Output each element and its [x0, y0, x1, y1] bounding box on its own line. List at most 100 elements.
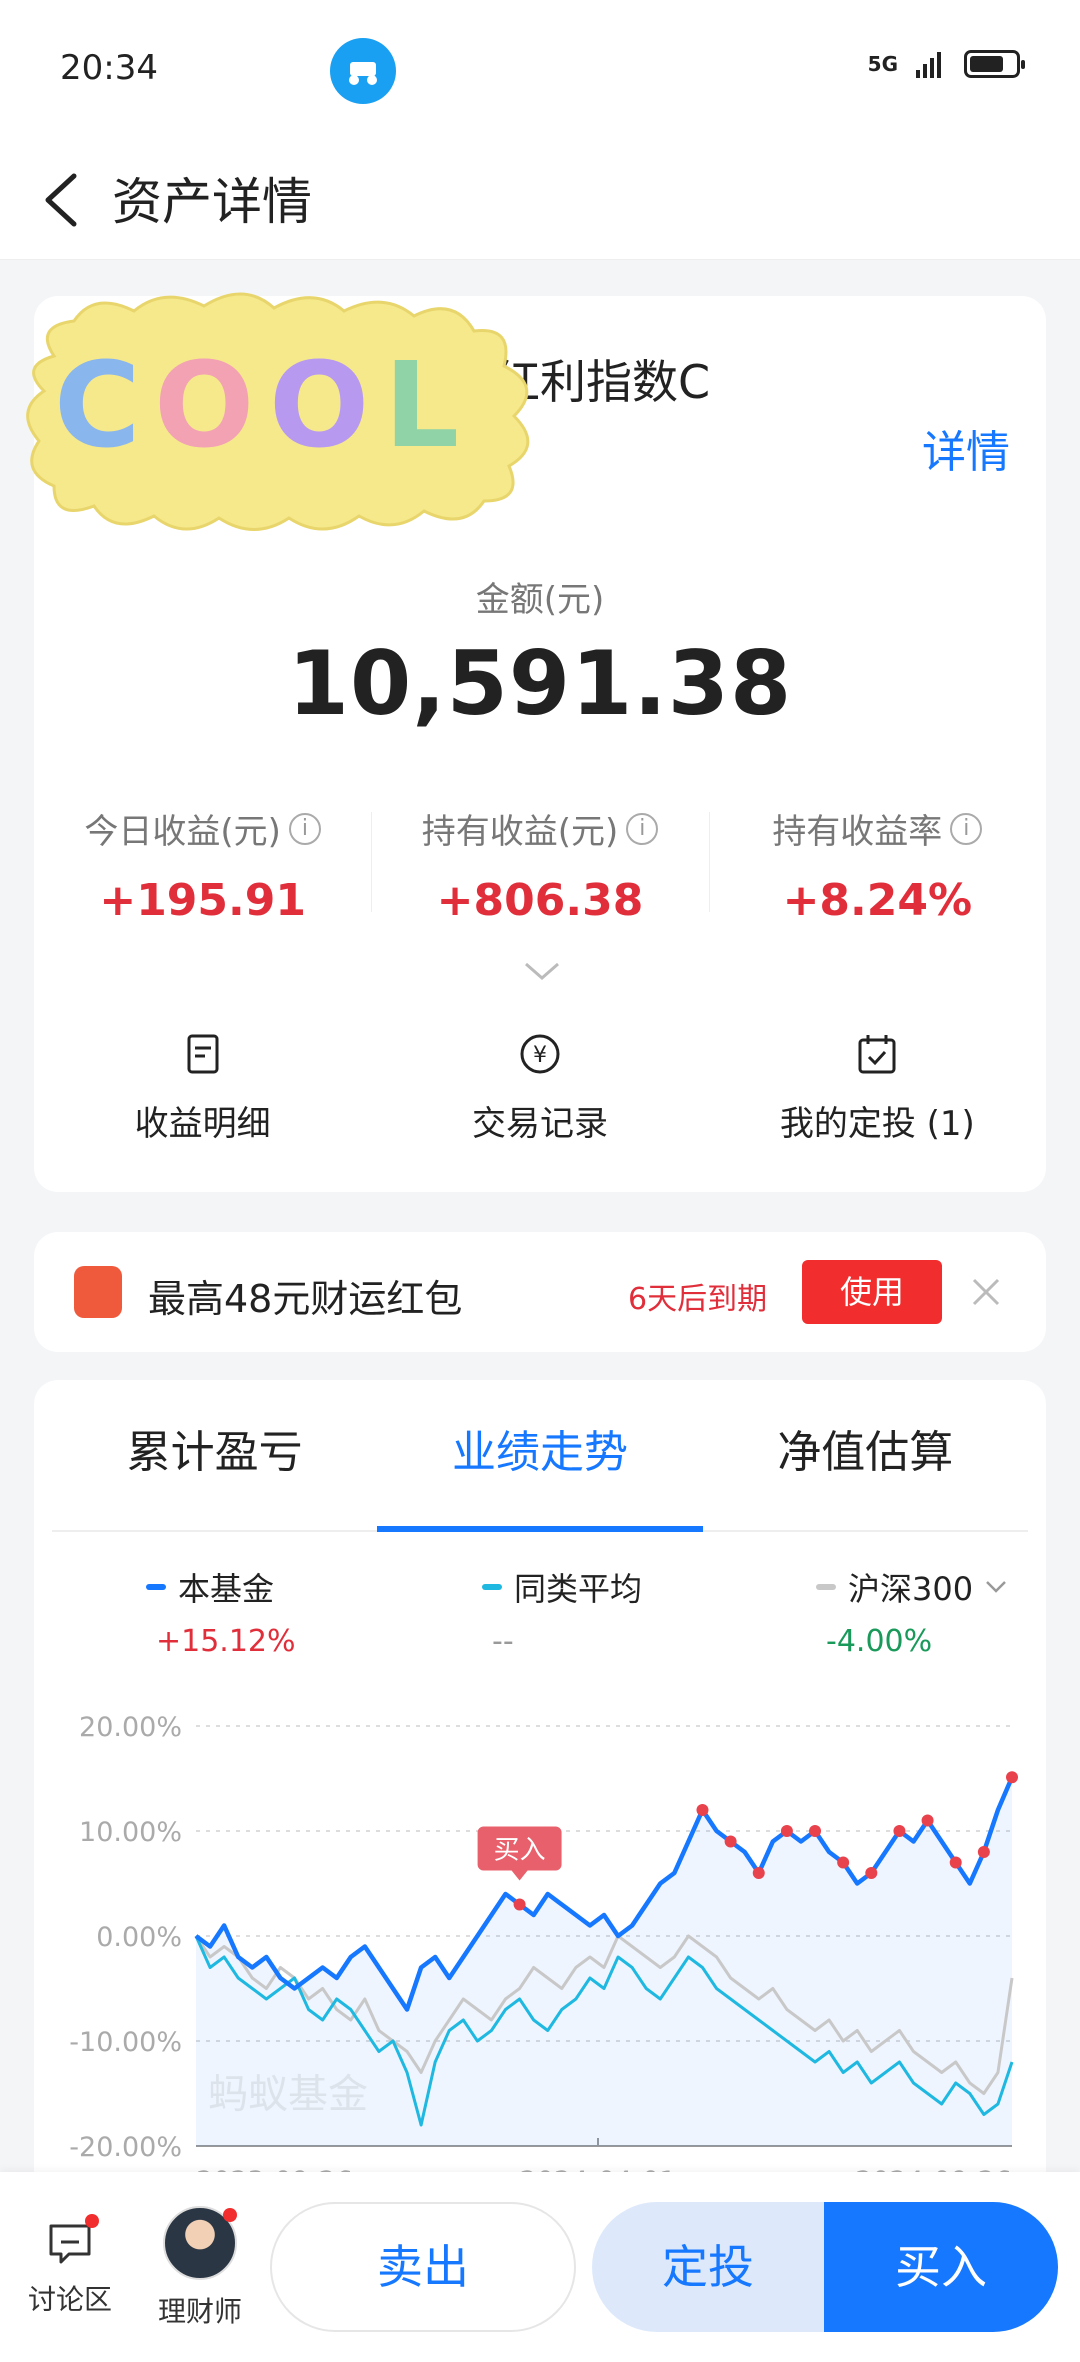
purchase-dot	[809, 1825, 822, 1837]
chart-legend: 本基金 +15.12% 同类平均 -- 沪深300 -4.00%	[34, 1564, 1046, 1659]
sticker-letter-c: C	[54, 336, 141, 474]
network-type: 5G	[867, 52, 898, 76]
watermark: 蚂蚁基金	[208, 2072, 368, 2118]
status-indicators: 5G	[867, 50, 1025, 78]
amount-value: 10,591.38	[287, 632, 793, 735]
scooter-app-icon	[330, 38, 396, 104]
legend-value: -4.00%	[826, 1624, 933, 1659]
stat-value: +806.38	[436, 875, 644, 926]
close-icon[interactable]	[962, 1268, 1010, 1316]
advisor-label: 理财师	[157, 2295, 242, 2328]
discussion-label: 讨论区	[27, 2283, 112, 2316]
legend-name: 沪深300	[848, 1570, 974, 1608]
chat-bubble-icon	[45, 2214, 99, 2268]
chevron-down-icon[interactable]	[522, 960, 562, 982]
action-label: 收益明细	[134, 1104, 271, 1144]
legend-fund[interactable]: 本基金 +15.12%	[34, 1564, 376, 1659]
y-tick-label: 0.00%	[96, 1922, 182, 1953]
info-icon[interactable]: i	[950, 812, 983, 845]
red-packet-icon	[74, 1266, 122, 1318]
purchase-dot	[865, 1867, 878, 1879]
cool-sticker: C O O L	[26, 292, 530, 531]
bottom-action-bar: 讨论区 理财师 卖出 定投 买入	[0, 2172, 1080, 2362]
status-time: 20:34	[60, 48, 158, 88]
purchase-dot	[921, 1814, 934, 1827]
info-icon[interactable]: i	[288, 812, 321, 845]
signal-icon	[916, 52, 941, 78]
sell-button[interactable]: 卖出	[270, 2202, 576, 2332]
purchase-dot	[696, 1804, 709, 1816]
purchase-dot	[893, 1825, 906, 1837]
action-earnings-detail[interactable]: 收益明细	[34, 1032, 371, 1145]
y-tick-label: 10.00%	[79, 1817, 182, 1848]
action-my-plans[interactable]: 我的定投 (1)	[709, 1032, 1046, 1145]
battery-icon	[964, 50, 1025, 78]
tab-performance-trend[interactable]: 业绩走势	[377, 1410, 703, 1532]
calendar-check-icon	[858, 1035, 896, 1074]
info-icon[interactable]: i	[626, 812, 659, 845]
action-label: 我的定投 (1)	[779, 1104, 975, 1144]
auto-invest-button[interactable]: 定投	[592, 2202, 824, 2332]
purchase-dot	[752, 1867, 765, 1879]
tab-cumulative-pnl[interactable]: 累计盈亏	[52, 1410, 377, 1530]
legend-swatch	[482, 1584, 502, 1590]
stat-label: 持有收益率	[772, 812, 943, 852]
y-tick-label: 20.00%	[79, 1712, 182, 1743]
asset-card: 红利指数C 详情 C O O L 金额(元) 10,591.38 今日收益(元)…	[26, 292, 1046, 1192]
sticker-letter-l: L	[384, 336, 459, 474]
legend-value: +15.12%	[156, 1624, 296, 1659]
advisor-entry[interactable]: 理财师	[152, 2206, 248, 2330]
purchase-dot	[1006, 1771, 1018, 1784]
stat-today: 今日收益(元) i +195.91	[34, 804, 371, 926]
chart-tabs: 累计盈亏 业绩走势 净值估算	[52, 1410, 1028, 1532]
advisor-avatar	[163, 2206, 237, 2280]
legend-benchmark[interactable]: 沪深300 -4.00%	[712, 1564, 1046, 1659]
stat-rate: 持有收益率 i +8.24%	[708, 804, 1046, 926]
sticker-letter-o2: O	[269, 336, 369, 474]
legend-swatch	[146, 1584, 166, 1590]
discussion-entry[interactable]: 讨论区	[22, 2214, 118, 2318]
sticker-letter-o1: O	[154, 336, 254, 474]
yen-circle-icon: ¥	[520, 1034, 560, 1074]
buy-button[interactable]: 买入	[824, 2202, 1058, 2332]
purchase-dot	[724, 1835, 737, 1848]
back-arrow-icon[interactable]	[30, 160, 90, 240]
action-trade-records[interactable]: ¥ 交易记录	[371, 1032, 708, 1145]
stat-value: +8.24%	[782, 875, 973, 926]
legend-swatch	[816, 1584, 836, 1590]
purchase-dot	[837, 1856, 850, 1869]
stat-holding: 持有收益(元) i +806.38	[371, 804, 708, 926]
fund-detail-link[interactable]: 详情	[922, 416, 1010, 480]
legend-peer-average[interactable]: 同类平均 --	[376, 1564, 712, 1659]
amount-label: 金额(元)	[475, 580, 605, 620]
purchase-dot	[977, 1846, 990, 1858]
legend-name: 同类平均	[514, 1570, 643, 1608]
red-packet-banner[interactable]: 最高48元财运红包 6天后到期 使用	[34, 1232, 1046, 1352]
svg-text:¥: ¥	[533, 1043, 547, 1068]
chevron-down-icon	[986, 1581, 1006, 1593]
app-header: 资产详情	[0, 140, 1080, 260]
status-bar: 20:34 5G	[0, 0, 1080, 140]
y-tick-label: -20.00%	[69, 2132, 182, 2163]
document-icon	[187, 1034, 219, 1074]
stat-label: 今日收益(元)	[84, 812, 281, 852]
page-title: 资产详情	[112, 173, 312, 231]
legend-value: --	[492, 1624, 514, 1659]
buy-marker-pointer	[511, 1870, 528, 1881]
earnings-stats: 今日收益(元) i +195.91 持有收益(元) i +806.38 持有收益率 i…	[34, 804, 1046, 926]
stat-value: +195.91	[99, 875, 306, 926]
quick-actions: 收益明细 ¥ 交易记录 我的定投 (1)	[34, 1032, 1046, 1145]
tab-nav-estimate[interactable]: 净值估算	[703, 1410, 1028, 1530]
stat-label: 持有收益(元)	[421, 812, 619, 852]
plan-buy-group: 定投 买入	[592, 2202, 1058, 2332]
buy-marker-dot	[513, 1898, 526, 1911]
purchase-dot	[780, 1825, 793, 1837]
coupon-expire: 6天后到期	[628, 1282, 768, 1317]
y-tick-label: -10.00%	[69, 2027, 182, 2058]
buy-marker-label: 买入	[494, 1836, 546, 1866]
action-label: 交易记录	[471, 1104, 608, 1144]
use-coupon-button[interactable]: 使用	[802, 1260, 942, 1324]
legend-name: 本基金	[178, 1570, 275, 1608]
coupon-title: 最高48元财运红包	[148, 1277, 463, 1321]
purchase-dot	[949, 1856, 962, 1869]
